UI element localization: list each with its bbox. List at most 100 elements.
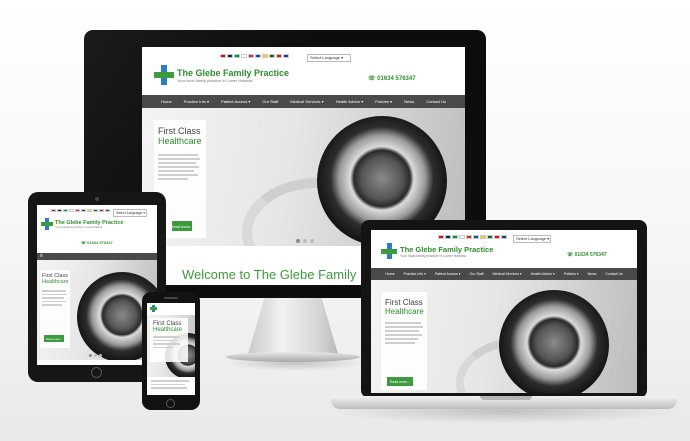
menu-icon[interactable]: ≡ bbox=[40, 254, 43, 259]
site-logo[interactable]: The Glebe Family Practice Your local fam… bbox=[381, 243, 493, 259]
hero-read-more-button[interactable]: Read more... bbox=[387, 377, 413, 386]
medical-cross-icon bbox=[381, 243, 397, 259]
phone-body-text bbox=[147, 377, 195, 394]
flag-icon[interactable] bbox=[51, 209, 56, 212]
language-select[interactable]: Select Language ▾ bbox=[113, 209, 147, 217]
flag-icon[interactable] bbox=[105, 209, 110, 212]
flag-icon[interactable] bbox=[87, 209, 92, 212]
language-select-label: Select Language bbox=[116, 211, 143, 215]
flag-icon[interactable] bbox=[494, 235, 500, 239]
phone-content bbox=[147, 377, 195, 395]
nav-item-1[interactable]: Practice Info ▾ bbox=[404, 272, 426, 276]
hero-body-text bbox=[42, 290, 68, 306]
slider-dots[interactable] bbox=[89, 354, 102, 357]
nav-item-2[interactable]: Patient Access ▾ bbox=[435, 272, 461, 276]
phone-number-text: 01634 576347 bbox=[377, 76, 416, 82]
hero-read-more-button[interactable]: Read more... bbox=[44, 335, 64, 342]
brand-name: The Glebe Family Practice bbox=[400, 244, 494, 254]
flag-icon[interactable] bbox=[473, 235, 479, 239]
flag-icon[interactable] bbox=[283, 54, 289, 58]
flag-icon[interactable] bbox=[99, 209, 104, 212]
nav-item-2[interactable]: Patient Access ▾ bbox=[221, 99, 250, 104]
flag-icon[interactable] bbox=[276, 54, 282, 58]
hero-body-text bbox=[385, 322, 423, 344]
main-nav: Home Practice Info ▾ Patient Access ▾ Our S… bbox=[371, 268, 637, 280]
flag-icon[interactable] bbox=[57, 209, 62, 212]
flag-icon[interactable] bbox=[487, 235, 493, 239]
nav-item-7[interactable]: News bbox=[404, 99, 414, 104]
nav-item-1[interactable]: Practice Info ▾ bbox=[184, 99, 209, 104]
nav-item-7[interactable]: News bbox=[588, 272, 597, 276]
nav-item-5[interactable]: Health Advice ▾ bbox=[531, 272, 555, 276]
flag-icon[interactable] bbox=[445, 235, 451, 239]
tablet-screen: Select Language ▾ The Glebe Family Pract… bbox=[37, 205, 157, 365]
phone-screen: First Class Healthcare bbox=[147, 303, 195, 395]
mobile-menu-bar[interactable]: ≡ bbox=[37, 253, 157, 260]
phone-number-text: 01634 576347 bbox=[87, 240, 113, 245]
brand-tagline: Your local family practice in Lower Hals… bbox=[55, 225, 103, 229]
flag-icon[interactable] bbox=[93, 209, 98, 212]
phone-number[interactable]: ☏ 01634 576347 bbox=[368, 75, 416, 82]
nav-item-6[interactable]: Policies ▾ bbox=[375, 99, 392, 104]
flag-icon[interactable] bbox=[63, 209, 68, 212]
site-logo[interactable]: The Glebe Family Practice Your local fam… bbox=[41, 218, 123, 230]
site-logo[interactable]: The Glebe Family Practice Your local fam… bbox=[154, 65, 289, 85]
language-select[interactable]: Select Language ▾ bbox=[513, 235, 551, 243]
nav-item-0[interactable]: Home bbox=[161, 99, 172, 104]
hero-slider: First Class Healthcare bbox=[147, 315, 195, 377]
flag-icon[interactable] bbox=[81, 209, 86, 212]
flag-icon[interactable] bbox=[75, 209, 80, 212]
hero-title-2: Healthcare bbox=[158, 136, 202, 146]
phone-number-text: 01634 576347 bbox=[574, 252, 607, 258]
hero-slider: First Class Healthcare Read more... bbox=[37, 260, 157, 360]
nav-item-3[interactable]: Our Staff bbox=[262, 99, 278, 104]
flag-icon[interactable] bbox=[227, 54, 233, 58]
flag-icon[interactable] bbox=[459, 235, 465, 239]
hero-title-1: First Class bbox=[385, 298, 423, 307]
nav-item-5[interactable]: Health Advice ▾ bbox=[336, 99, 364, 104]
nav-item-0[interactable]: Home bbox=[385, 272, 394, 276]
phone-number[interactable]: ☏ 01634 576347 bbox=[81, 240, 113, 245]
flag-icon[interactable] bbox=[269, 54, 275, 58]
nav-item-8[interactable]: Contact Us bbox=[426, 99, 446, 104]
imac-stand-foot bbox=[226, 352, 360, 362]
flag-icon[interactable] bbox=[262, 54, 268, 58]
stethoscope-chestpiece bbox=[499, 290, 609, 393]
phone-number[interactable]: ☏ 01634 576347 bbox=[567, 252, 607, 258]
flag-icon[interactable] bbox=[501, 235, 507, 239]
language-flags bbox=[220, 54, 289, 58]
nav-item-3[interactable]: Our Staff bbox=[470, 272, 484, 276]
flag-icon[interactable] bbox=[480, 235, 486, 239]
flag-icon[interactable] bbox=[452, 235, 458, 239]
hero-read-more-button[interactable]: Read more... bbox=[170, 221, 194, 231]
brand-tagline: Your local family practice in Lower Hals… bbox=[177, 77, 253, 83]
language-select-label: Select Language bbox=[516, 236, 547, 241]
main-nav: Home Practice Info ▾ Patient Access ▾ Our S… bbox=[142, 95, 465, 108]
phone-home-button bbox=[166, 399, 175, 408]
hero-title-2: Healthcare bbox=[385, 307, 424, 316]
nav-item-8[interactable]: Contact Us bbox=[605, 272, 622, 276]
flag-icon[interactable] bbox=[234, 54, 240, 58]
hero-card: First Class Healthcare bbox=[150, 318, 188, 362]
nav-item-4[interactable]: Medical Services ▾ bbox=[492, 272, 521, 276]
laptop-screen: Select Language ▾ The Glebe Family Pract… bbox=[371, 230, 637, 393]
hero-card: First Class Healthcare bbox=[381, 292, 427, 390]
language-select[interactable]: Select Language ▾ bbox=[307, 54, 351, 62]
laptop-notch bbox=[480, 396, 532, 400]
medical-cross-icon bbox=[150, 305, 157, 312]
flag-icon[interactable] bbox=[69, 209, 74, 212]
nav-item-6[interactable]: Policies ▾ bbox=[564, 272, 579, 276]
phone-header-strip bbox=[147, 303, 195, 315]
hero-slider: First Class Healthcare Read more... bbox=[371, 280, 637, 393]
imac-stand bbox=[246, 298, 340, 358]
flag-icon[interactable] bbox=[255, 54, 261, 58]
flag-icon[interactable] bbox=[438, 235, 444, 239]
flag-icon[interactable] bbox=[220, 54, 226, 58]
flag-icon[interactable] bbox=[241, 54, 247, 58]
medical-cross-icon bbox=[154, 65, 174, 85]
flag-icon[interactable] bbox=[466, 235, 472, 239]
flag-icon[interactable] bbox=[248, 54, 254, 58]
slider-dots[interactable] bbox=[296, 239, 314, 243]
nav-item-4[interactable]: Medical Services ▾ bbox=[290, 99, 323, 104]
brand-tagline: Your local family practice in Lower Hals… bbox=[400, 253, 467, 258]
